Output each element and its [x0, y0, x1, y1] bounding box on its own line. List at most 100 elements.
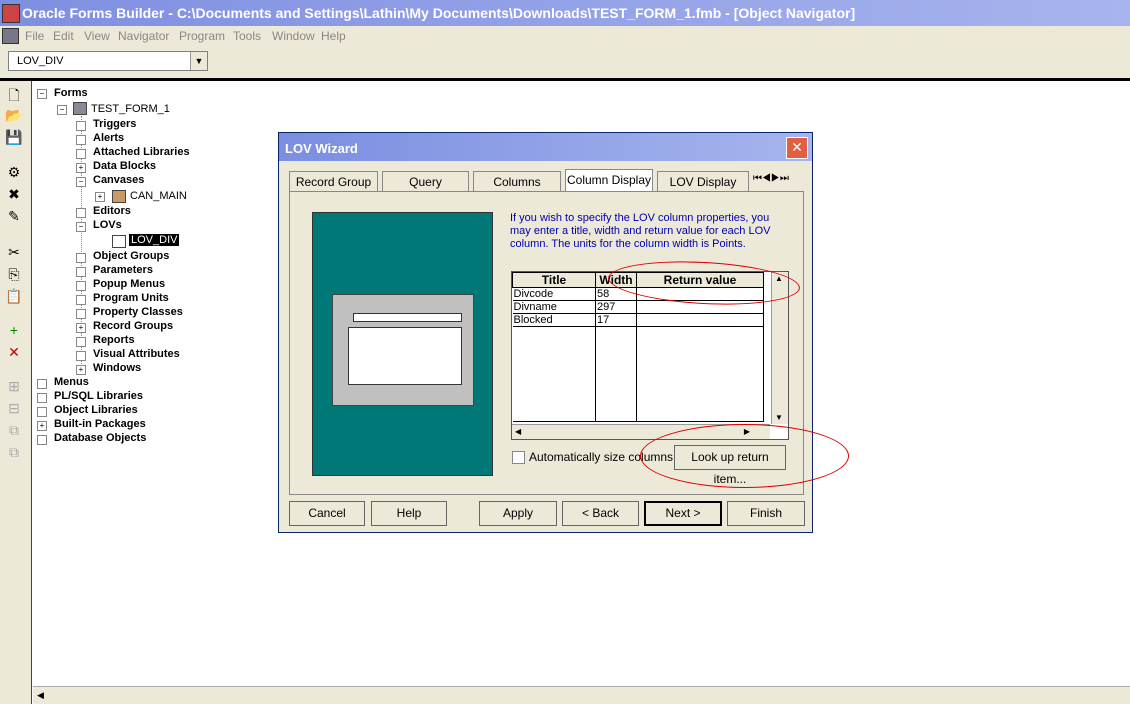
tab-query[interactable]: Query [382, 171, 469, 191]
menu-view[interactable]: View [84, 29, 110, 43]
checkbox-icon[interactable] [512, 451, 525, 465]
last-tab-icon[interactable]: ⏭ [780, 173, 789, 184]
tree-node-object-libraries[interactable]: Object Libraries [54, 404, 138, 416]
expand-box-icon[interactable]: + [76, 365, 86, 375]
copy-icon[interactable]: ⎘ [5, 266, 23, 282]
tree-node-lovs[interactable]: LOVs [93, 219, 122, 231]
expand-icon[interactable]: ⊞ [5, 378, 23, 394]
cell-title[interactable]: Divcode [512, 287, 596, 301]
run-icon[interactable]: ⚙ [5, 164, 23, 180]
help-button[interactable]: Help [371, 501, 447, 526]
tab-scroll-arrows[interactable]: ⏮◀▶⏭ [753, 173, 805, 189]
tree-node-parameters[interactable]: Parameters [93, 264, 153, 276]
tree-node-menus[interactable]: Menus [54, 376, 89, 388]
new-file-icon[interactable]: 🗋 [5, 87, 23, 103]
lov-icon [112, 235, 126, 248]
tab-column-display[interactable]: Column Display [565, 169, 653, 192]
tree-node-can-main[interactable]: CAN_MAIN [130, 190, 187, 202]
expand-all-icon[interactable]: ⧉ [5, 422, 23, 438]
tree-node-alerts[interactable]: Alerts [93, 132, 124, 144]
open-folder-icon[interactable]: 📂 [5, 107, 23, 123]
vertical-toolbar: 🗋 📂 💾 ⚙ ✖ ✎ ✂ ⎘ 📋 + ✕ ⊞ ⊟ ⧉ ⧉ [0, 81, 32, 704]
save-icon[interactable]: 💾 [5, 129, 23, 145]
first-tab-icon[interactable]: ⏮ [753, 173, 762, 184]
tree-node-data-blocks[interactable]: Data Blocks [93, 160, 156, 172]
tree-node-database-objects[interactable]: Database Objects [54, 432, 146, 444]
menu-file[interactable]: File [25, 29, 44, 43]
canvas-icon [112, 190, 126, 203]
expand-box-icon[interactable]: + [76, 323, 86, 333]
combo-value: LOV_DIV [17, 55, 64, 67]
collapse-all-icon[interactable]: ⧉ [5, 444, 23, 460]
toolbar: LOV_DIV ▼ [0, 46, 1130, 78]
collapse-box-icon[interactable]: − [76, 222, 86, 232]
next-button[interactable]: Next > [644, 501, 722, 526]
expand-box-icon[interactable]: + [76, 163, 86, 173]
tree-node-reports[interactable]: Reports [93, 334, 135, 346]
tree-node-plsql-libraries[interactable]: PL/SQL Libraries [54, 390, 143, 402]
cell-width[interactable]: 297 [595, 300, 637, 314]
tree-node-visual-attributes[interactable]: Visual Attributes [93, 348, 180, 360]
tree-node-attached-libraries[interactable]: Attached Libraries [93, 146, 190, 158]
tree-node-builtin-packages[interactable]: Built-in Packages [54, 418, 146, 430]
tree-node-object-groups[interactable]: Object Groups [93, 250, 169, 262]
menu-edit[interactable]: Edit [53, 29, 74, 43]
menu-navigator[interactable]: Navigator [118, 29, 169, 43]
menu-window[interactable]: Window [272, 29, 315, 43]
create-icon[interactable]: + [5, 322, 23, 338]
object-navigator-tree: − Forms − TEST_FORM_1 Triggers Alerts At… [33, 86, 273, 466]
tree-node-triggers[interactable]: Triggers [93, 118, 136, 130]
tree-node-form[interactable]: TEST_FORM_1 [91, 103, 170, 115]
menu-program[interactable]: Program [179, 29, 225, 43]
debug-icon[interactable]: ✖ [5, 186, 23, 202]
leaf-box-icon [76, 351, 86, 361]
tree-node-forms[interactable]: Forms [54, 87, 88, 99]
chevron-down-icon[interactable]: ▼ [190, 52, 207, 70]
tree-node-popup-menus[interactable]: Popup Menus [93, 278, 165, 290]
tree-node-lov-div[interactable]: LOV_DIV [129, 234, 180, 246]
leaf-box-icon [37, 407, 47, 417]
delete-icon[interactable]: ✕ [5, 344, 23, 360]
document-icon[interactable] [2, 28, 19, 44]
col-header-title: Title [512, 272, 596, 288]
cell-title[interactable]: Divname [512, 300, 596, 314]
back-button[interactable]: < Back [562, 501, 639, 526]
tab-lov-display[interactable]: LOV Display [657, 171, 749, 191]
scroll-left-icon[interactable]: ◀ [515, 427, 521, 436]
tab-record-group[interactable]: Record Group [289, 171, 378, 191]
tab-columns[interactable]: Columns [473, 171, 561, 191]
menu-help[interactable]: Help [321, 29, 346, 43]
menu-bar: File Edit View Navigator Program Tools W… [0, 26, 1130, 46]
prev-tab-icon[interactable]: ◀ [762, 173, 771, 184]
tree-node-windows[interactable]: Windows [93, 362, 141, 374]
menu-tools[interactable]: Tools [233, 29, 261, 43]
paste-icon[interactable]: 📋 [5, 288, 23, 304]
leaf-box-icon [37, 435, 47, 445]
scroll-left-icon[interactable]: ◀ [37, 690, 44, 701]
finish-button[interactable]: Finish [727, 501, 805, 526]
cancel-button[interactable]: Cancel [289, 501, 365, 526]
expand-box-icon[interactable]: + [95, 192, 105, 202]
collapse-box-icon[interactable]: − [76, 177, 86, 187]
apply-button[interactable]: Apply [479, 501, 557, 526]
tree-node-editors[interactable]: Editors [93, 205, 131, 217]
collapse-icon[interactable]: ⊟ [5, 400, 23, 416]
wizard-icon[interactable]: ✎ [5, 208, 23, 224]
cell-return-value[interactable] [636, 313, 764, 327]
tree-node-property-classes[interactable]: Property Classes [93, 306, 183, 318]
leaf-box-icon [76, 337, 86, 347]
cell-title[interactable]: Blocked [512, 313, 596, 327]
object-combo[interactable]: LOV_DIV ▼ [8, 51, 208, 71]
expand-box-icon[interactable]: + [37, 421, 47, 431]
collapse-box-icon[interactable]: − [37, 89, 47, 99]
next-tab-icon[interactable]: ▶ [771, 173, 780, 184]
tree-node-program-units[interactable]: Program Units [93, 292, 169, 304]
tree-node-canvases[interactable]: Canvases [93, 174, 144, 186]
cell-width[interactable]: 17 [595, 313, 637, 327]
close-icon[interactable]: ✕ [786, 137, 808, 159]
tree-node-record-groups[interactable]: Record Groups [93, 320, 173, 332]
collapse-box-icon[interactable]: − [57, 105, 67, 115]
cut-icon[interactable]: ✂ [5, 244, 23, 260]
scroll-down-icon[interactable]: ▼ [775, 413, 783, 422]
horizontal-scrollbar[interactable]: ◀ [33, 686, 1130, 704]
